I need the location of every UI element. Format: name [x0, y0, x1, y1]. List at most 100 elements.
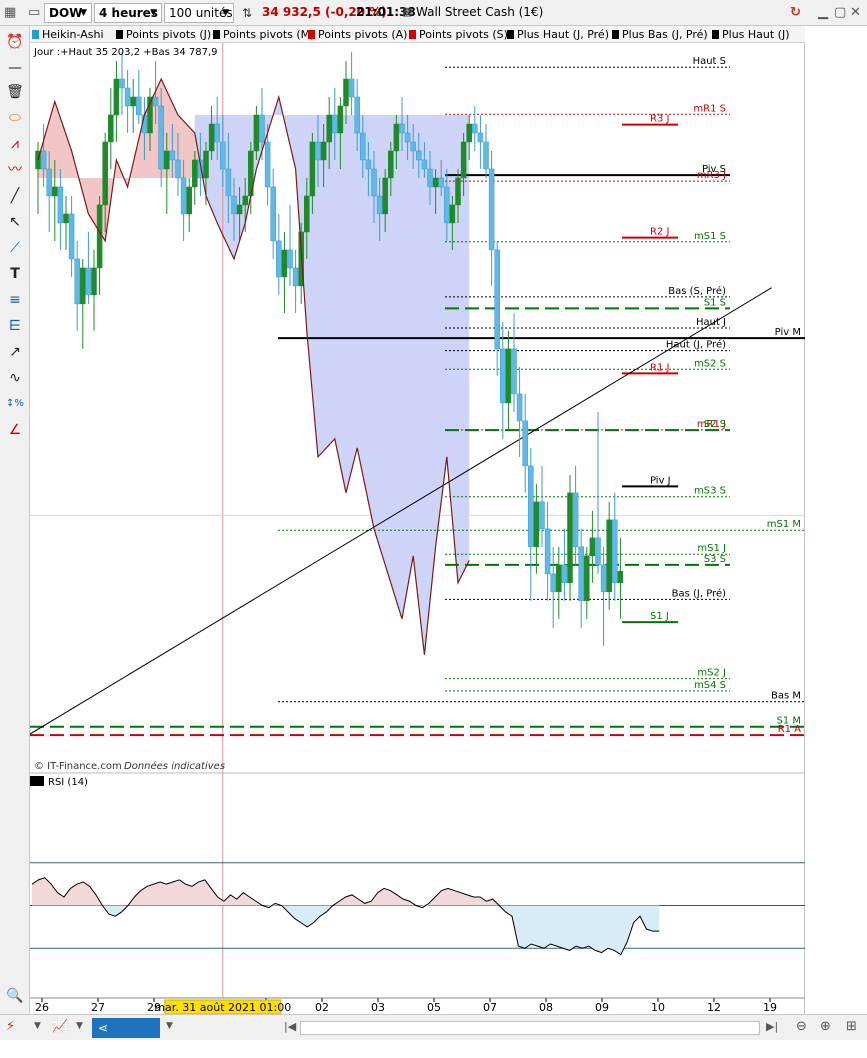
candle-body: [460, 141, 467, 179]
symbol-value: DOW: [49, 6, 83, 20]
candle-body: [455, 177, 461, 206]
alarm-icon[interactable]: ⏰: [5, 32, 25, 52]
tab-indicator[interactable]: Points pivots (S): [407, 27, 508, 42]
x-tick-label: 05: [427, 1001, 441, 1014]
tab-label: Points pivots (S): [419, 28, 508, 41]
zoom-in-icon[interactable]: ⊕: [820, 1019, 831, 1034]
separator-icon: —: [8, 60, 22, 76]
candle-body: [410, 141, 416, 152]
candle-body: [393, 123, 400, 152]
candle-body: [164, 150, 170, 170]
cursor-icon[interactable]: ↖: [5, 212, 25, 232]
horizontal-scrollbar[interactable]: [300, 1021, 760, 1035]
candle-body: [466, 123, 472, 143]
pivot-level-label: R2 J: [650, 227, 669, 238]
scroll-right-icon[interactable]: ▶|: [766, 1020, 778, 1033]
tab-label: Points pivots (A): [318, 28, 408, 41]
symbol-select[interactable]: DOW ▼: [44, 3, 92, 23]
arrow-tool-icon[interactable]: ↗: [5, 342, 25, 362]
candle-body: [382, 177, 388, 215]
tab-color-swatch: [612, 30, 619, 39]
x-tick-label: 07: [483, 1001, 497, 1014]
fibonacci-fan-icon[interactable]: ⋿: [5, 316, 25, 336]
tab-indicator[interactable]: Plus Haut (J): [710, 27, 790, 42]
arrows-icon[interactable]: ⇅: [242, 6, 252, 20]
candle-body: [158, 105, 164, 170]
zigzag-icon[interactable]: ⩘: [5, 134, 25, 154]
candle-body: [343, 78, 349, 107]
trash-icon[interactable]: 🗑: [5, 82, 25, 102]
x-tick-label: 10: [651, 1001, 665, 1014]
candle-body: [220, 141, 226, 170]
candle-body: [102, 141, 108, 206]
candle-body: [337, 105, 344, 134]
tab-color-swatch: [213, 30, 220, 39]
zoom-icon[interactable]: 🔍: [5, 986, 25, 1006]
resize-icon[interactable]: ⊞: [846, 1019, 857, 1034]
pivot-level-label: mS1 J: [697, 543, 726, 554]
candle-body: [432, 177, 439, 188]
candle-body: [332, 114, 338, 134]
candle-body: [556, 564, 562, 593]
close-icon[interactable]: ✕: [850, 5, 861, 20]
text-tool-icon[interactable]: T: [5, 264, 25, 284]
tab-color-swatch: [712, 30, 719, 39]
tab-indicator[interactable]: Points pivots (J): [114, 27, 211, 42]
candle-body: [617, 570, 624, 584]
candle-body: [561, 564, 568, 584]
line-tool-icon[interactable]: ╱: [5, 186, 25, 206]
tab-label: Plus Haut (J): [722, 28, 790, 41]
candle-body: [421, 159, 428, 170]
chart-area[interactable]: Haut SmR1 SR3 JPiv SmR3 JR2 JmS1 SBas (S…: [30, 43, 805, 1014]
candle-body: [511, 348, 517, 395]
channel-icon[interactable]: ⬭: [5, 108, 25, 128]
chart-type-icon[interactable]: 📈: [52, 1019, 68, 1034]
minimize-icon[interactable]: ▁: [818, 5, 828, 20]
candle-body: [152, 96, 159, 107]
tab-indicator[interactable]: Plus Haut (J, Pré): [505, 27, 609, 42]
candle-body: [572, 492, 579, 548]
fibonacci-icon[interactable]: ≡: [5, 290, 25, 310]
tab-indicator[interactable]: Heikin-Ashi: [30, 27, 104, 42]
wave-icon[interactable]: 〰: [5, 160, 25, 180]
pivot-level-label: S2 S: [704, 419, 726, 430]
candle-body: [494, 249, 500, 350]
chevron-down-icon[interactable]: ▼: [76, 1021, 83, 1031]
candle-body: [505, 348, 512, 404]
candle-body: [595, 537, 601, 566]
percent-tool-icon[interactable]: ↕%: [5, 394, 25, 414]
tab-label: Heikin-Ashi: [42, 28, 104, 41]
candle-body: [292, 267, 299, 287]
candle-body: [130, 96, 136, 107]
units-select[interactable]: 100 unités ▼: [164, 3, 234, 23]
pivot-level-label: mS2 J: [697, 668, 726, 679]
curve-tool-icon[interactable]: ∿: [5, 368, 25, 388]
candle-body: [113, 78, 120, 116]
window-icon[interactable]: ▭: [28, 5, 40, 20]
candle-body: [85, 267, 92, 296]
segment-icon[interactable]: ⟋: [5, 238, 25, 258]
candle-body: [404, 132, 411, 143]
pivot-level-label: mS2 S: [694, 358, 726, 369]
scroll-left-icon[interactable]: |◀: [284, 1020, 296, 1033]
zoom-out-icon[interactable]: ⊖: [796, 1019, 807, 1034]
candle-body: [208, 123, 215, 152]
pivot-level-label: Piv M: [775, 327, 801, 338]
refresh-icon[interactable]: ↻: [790, 5, 801, 20]
candle-body: [259, 114, 265, 143]
candle-body: [304, 195, 310, 233]
tab-color-swatch: [32, 30, 39, 39]
pivot-level-label: mR3 J: [697, 170, 726, 181]
chevron-down-icon[interactable]: ▼: [166, 1021, 173, 1031]
share-button[interactable]: ⋖ Partager: [92, 1018, 160, 1055]
tab-indicator[interactable]: Points pivots (M): [211, 27, 314, 42]
maximize-icon[interactable]: ▢: [834, 5, 846, 20]
angle-tool-icon[interactable]: ∠: [5, 420, 25, 440]
timeframe-select[interactable]: 4 heures ▼: [94, 3, 162, 23]
chevron-down-icon[interactable]: ▼: [34, 1021, 41, 1031]
tab-indicator[interactable]: Points pivots (A): [306, 27, 407, 42]
tab-indicator[interactable]: Plus Bas (J, Pré): [610, 27, 708, 42]
candle-body: [388, 150, 394, 179]
candle-body: [108, 114, 114, 143]
grid-icon[interactable]: ▦: [4, 5, 16, 20]
